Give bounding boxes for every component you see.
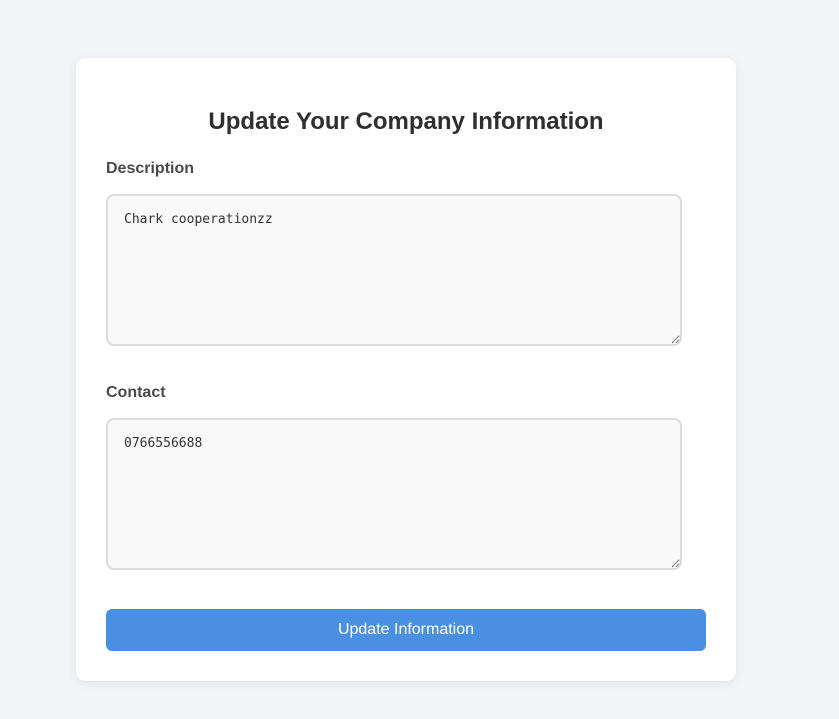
contact-label: Contact (106, 384, 166, 401)
page-title: Update Your Company Information (208, 108, 604, 135)
contact-textarea[interactable]: 0766556688 (106, 418, 682, 570)
description-label: Description (106, 160, 195, 177)
description-textarea[interactable]: Chark cooperationzz (106, 194, 682, 346)
update-company-form-card: Update Your Company Information Descript… (76, 58, 736, 681)
update-information-button[interactable]: Update Information (106, 609, 706, 651)
